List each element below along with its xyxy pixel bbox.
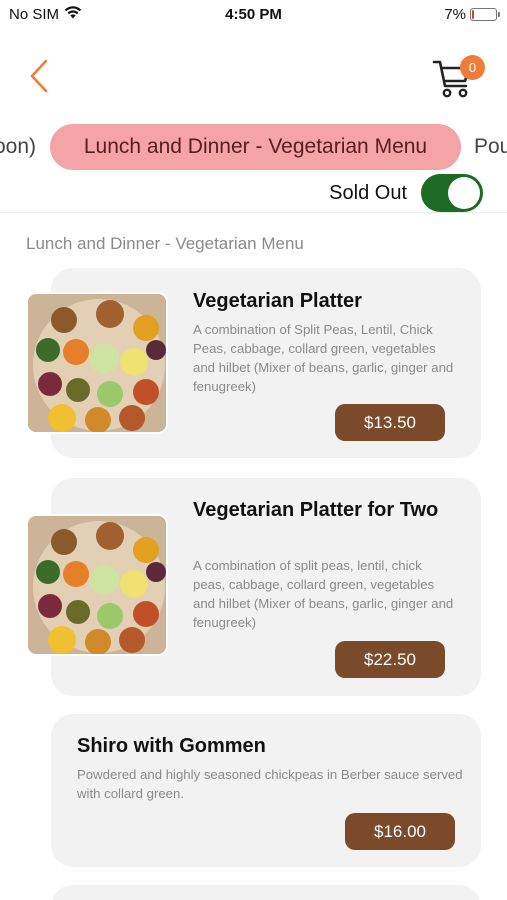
item-description: A combination of Split Peas, Lentil, Chi… [193,322,454,394]
cart-button[interactable]: 0 [430,52,486,100]
status-time: 4:50 PM [225,6,282,23]
price-button[interactable]: $16.00 [345,813,455,850]
toggle-knob [448,177,480,209]
item-name: Shiro with Gommen [77,735,266,757]
battery-icon [470,8,500,21]
sold-out-row: Sold Out [329,174,483,212]
item-name: Vegetarian Platter [193,290,362,312]
sold-out-label: Sold Out [329,181,407,204]
tab-lunch-dinner-vegetarian[interactable]: Lunch and Dinner - Vegetarian Menu [50,124,461,170]
cart-count-badge: 0 [460,55,485,80]
chevron-left-icon [30,59,48,93]
price-button[interactable]: $13.50 [335,404,445,441]
menu-item-card[interactable] [51,885,481,900]
sold-out-toggle[interactable] [421,174,483,212]
category-tabs: oon) Lunch and Dinner - Vegetarian Menu … [0,124,507,172]
section-title: Lunch and Dinner - Vegetarian Menu [26,234,304,253]
food-image [26,514,168,656]
tab-next-category[interactable]: Pou [474,124,507,170]
price-button[interactable]: $22.50 [335,641,445,678]
food-image [26,292,168,434]
divider [0,212,507,213]
status-right: 7% [444,6,500,23]
back-button[interactable] [24,58,54,94]
item-description: Powdered and highly seasoned chickpeas i… [77,767,463,801]
item-description: A combination of split peas, lentil, chi… [193,558,454,630]
status-bar: No SIM 4:50 PM 7% [0,0,507,30]
item-name: Vegetarian Platter for Two [193,499,439,521]
battery-level [472,10,474,19]
battery-percent: 7% [444,6,466,23]
tab-previous-category[interactable]: oon) [0,124,36,170]
